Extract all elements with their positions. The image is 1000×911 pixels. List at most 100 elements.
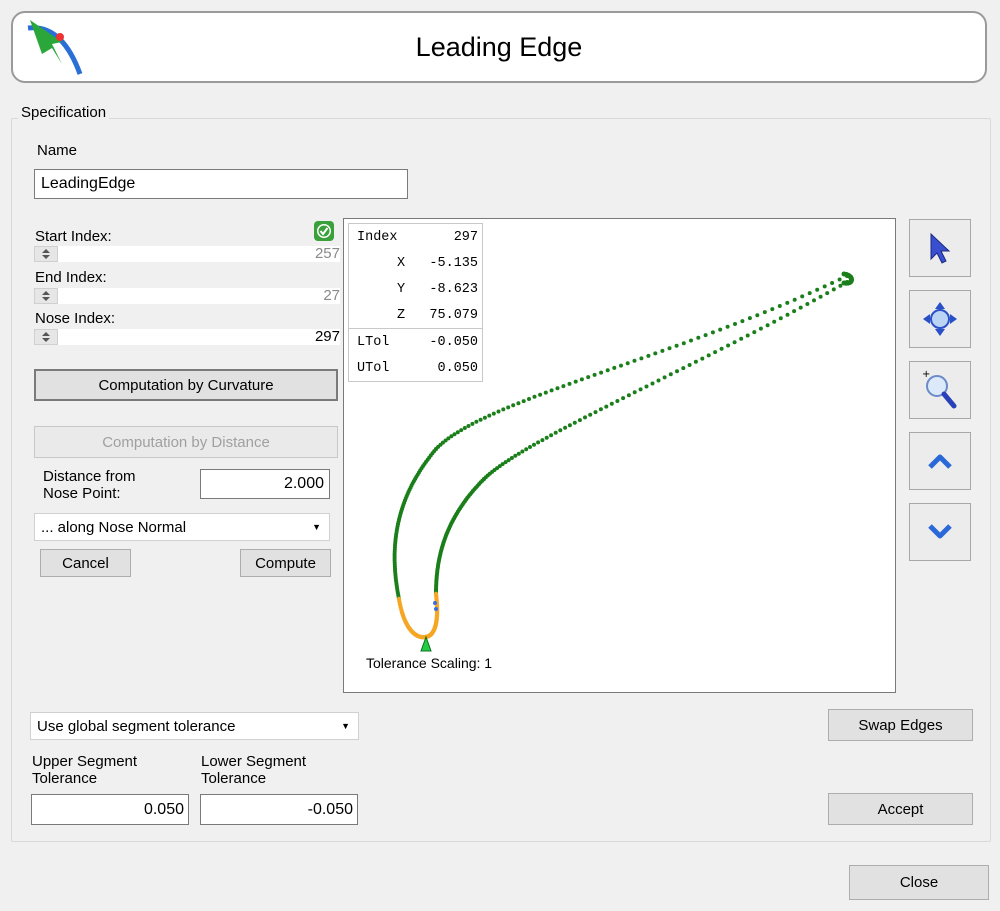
highlight-point [434, 607, 438, 611]
select-tool-button[interactable] [909, 219, 971, 277]
lower-edge-point [798, 305, 803, 310]
lower-edge-point [650, 381, 655, 386]
lower-edge-point [656, 378, 661, 383]
lower-edge-point [662, 375, 667, 380]
trailing-tip-point [841, 280, 847, 286]
lower-edge-point [638, 387, 643, 392]
pan-tool-button[interactable] [909, 290, 971, 348]
tolerance-scaling-label: Tolerance Scaling: 1 [366, 655, 493, 671]
lower-edge-point [752, 330, 757, 335]
lower-edge-point [825, 291, 830, 296]
upper-edge-point [710, 330, 715, 335]
specification-label: Specification [18, 104, 110, 121]
upper-edge-point [815, 287, 820, 292]
upper-edge-point [573, 379, 578, 384]
lower-edge-point [520, 449, 525, 454]
lower-edge-point [558, 428, 563, 433]
info-utol-value: 0.050 [437, 360, 478, 376]
chevron-up-icon [928, 454, 952, 469]
upper-edge-point [800, 294, 805, 299]
dropdown-arrow-icon: ▼ [312, 522, 321, 532]
upper-tolerance-label: Upper Segment Tolerance [32, 753, 137, 787]
lower-edge-point [732, 340, 737, 345]
lower-edge-point [693, 359, 698, 364]
nose-normal-select[interactable]: ... along Nose Normal ▼ [34, 513, 330, 541]
info-row-index: Index 297 [349, 224, 482, 250]
segment-tolerance-select-value: Use global segment tolerance [37, 717, 236, 735]
info-index-value: 297 [453, 229, 478, 245]
upper-edge-point [696, 335, 701, 340]
upper-edge-point [703, 333, 708, 338]
lower-edge-point [549, 433, 554, 438]
info-row-y: Y -8.623 [349, 276, 482, 302]
segment-tolerance-select[interactable]: Use global segment tolerance ▼ [30, 712, 359, 740]
computation-by-curvature-button[interactable]: Computation by Curvature [34, 369, 338, 401]
end-index-spin-buttons[interactable] [34, 288, 58, 304]
upper-edge-point [681, 341, 686, 346]
start-index-label: Start Index: [35, 228, 112, 245]
point-info-table: Index 297 X -5.135 Y -8.623 Z 75.079 LTol -0.… [348, 223, 483, 382]
zoom-tool-button[interactable]: + [909, 361, 971, 419]
lower-edge-point [700, 356, 705, 361]
upper-edge-point [521, 399, 526, 404]
swap-edges-button[interactable]: Swap Edges [828, 709, 973, 741]
upper-edge-point [733, 322, 737, 326]
upper-edge-point [538, 392, 543, 397]
lower-tolerance-label: Lower Segment Tolerance [201, 753, 306, 787]
nose-index-spinner[interactable]: 297 [34, 328, 340, 345]
upper-edge-point [619, 363, 623, 368]
upper-edge-point [632, 358, 637, 363]
nose-index-value: 297 [314, 328, 340, 345]
dropdown-arrow-icon: ▼ [341, 721, 350, 731]
lower-edge-point [818, 294, 823, 299]
info-ltol-label: LTol [357, 334, 390, 350]
lower-edge-point [838, 283, 843, 288]
zoom-icon: + [922, 369, 957, 409]
upper-edge-point [482, 415, 487, 420]
lower-edge-point [609, 401, 614, 406]
upper-edge-point [487, 413, 492, 418]
highlight-point [433, 601, 437, 605]
compute-button[interactable]: Compute [240, 549, 331, 577]
title-bar: Leading Edge [11, 11, 987, 83]
lower-edge-point [621, 396, 626, 401]
upper-edge-point [777, 304, 782, 308]
end-index-spinner[interactable]: 27 [34, 287, 340, 304]
scroll-up-button[interactable] [909, 432, 971, 490]
accept-button[interactable]: Accept [828, 793, 973, 825]
close-button[interactable]: Close [849, 865, 989, 900]
lower-edge-point [583, 415, 587, 420]
scroll-down-button[interactable] [909, 503, 971, 561]
computation-by-distance-button[interactable]: Computation by Distance [34, 426, 338, 458]
lower-tolerance-label-line2: Tolerance [201, 770, 267, 787]
cancel-button[interactable]: Cancel [40, 549, 131, 577]
upper-edge-point [674, 343, 679, 348]
lower-edge-point [524, 447, 529, 452]
distance-input[interactable] [200, 469, 330, 499]
start-index-spin-buttons[interactable] [34, 246, 58, 262]
lower-edge-point [513, 453, 518, 458]
upper-edge-point [740, 319, 745, 324]
chevron-down-icon [928, 524, 952, 539]
lower-edge-point [632, 390, 637, 395]
upper-edge-point [586, 375, 591, 380]
info-x-value: -5.135 [429, 255, 478, 271]
nose-index-spin-buttons[interactable] [34, 329, 58, 345]
lower-edge-point [719, 346, 724, 351]
distance-label-line1: Distance from [43, 468, 136, 485]
leading-edge-point [433, 591, 439, 597]
info-ltol-value: -0.050 [429, 334, 478, 350]
name-input[interactable] [34, 169, 408, 199]
upper-edge-point [667, 346, 672, 351]
lower-edge-point [687, 363, 692, 367]
nose-index-label: Nose Index: [35, 310, 116, 327]
upper-edge-point [747, 316, 752, 321]
name-label: Name [37, 142, 78, 159]
upper-edge-point [822, 284, 827, 289]
upper-edge-point [592, 372, 597, 377]
start-index-spinner[interactable]: 257 [34, 245, 340, 262]
upper-edge-point [561, 384, 566, 389]
lower-tolerance-input[interactable] [200, 794, 358, 825]
upper-tolerance-input[interactable] [31, 794, 189, 825]
upper-edge-point [639, 356, 644, 361]
